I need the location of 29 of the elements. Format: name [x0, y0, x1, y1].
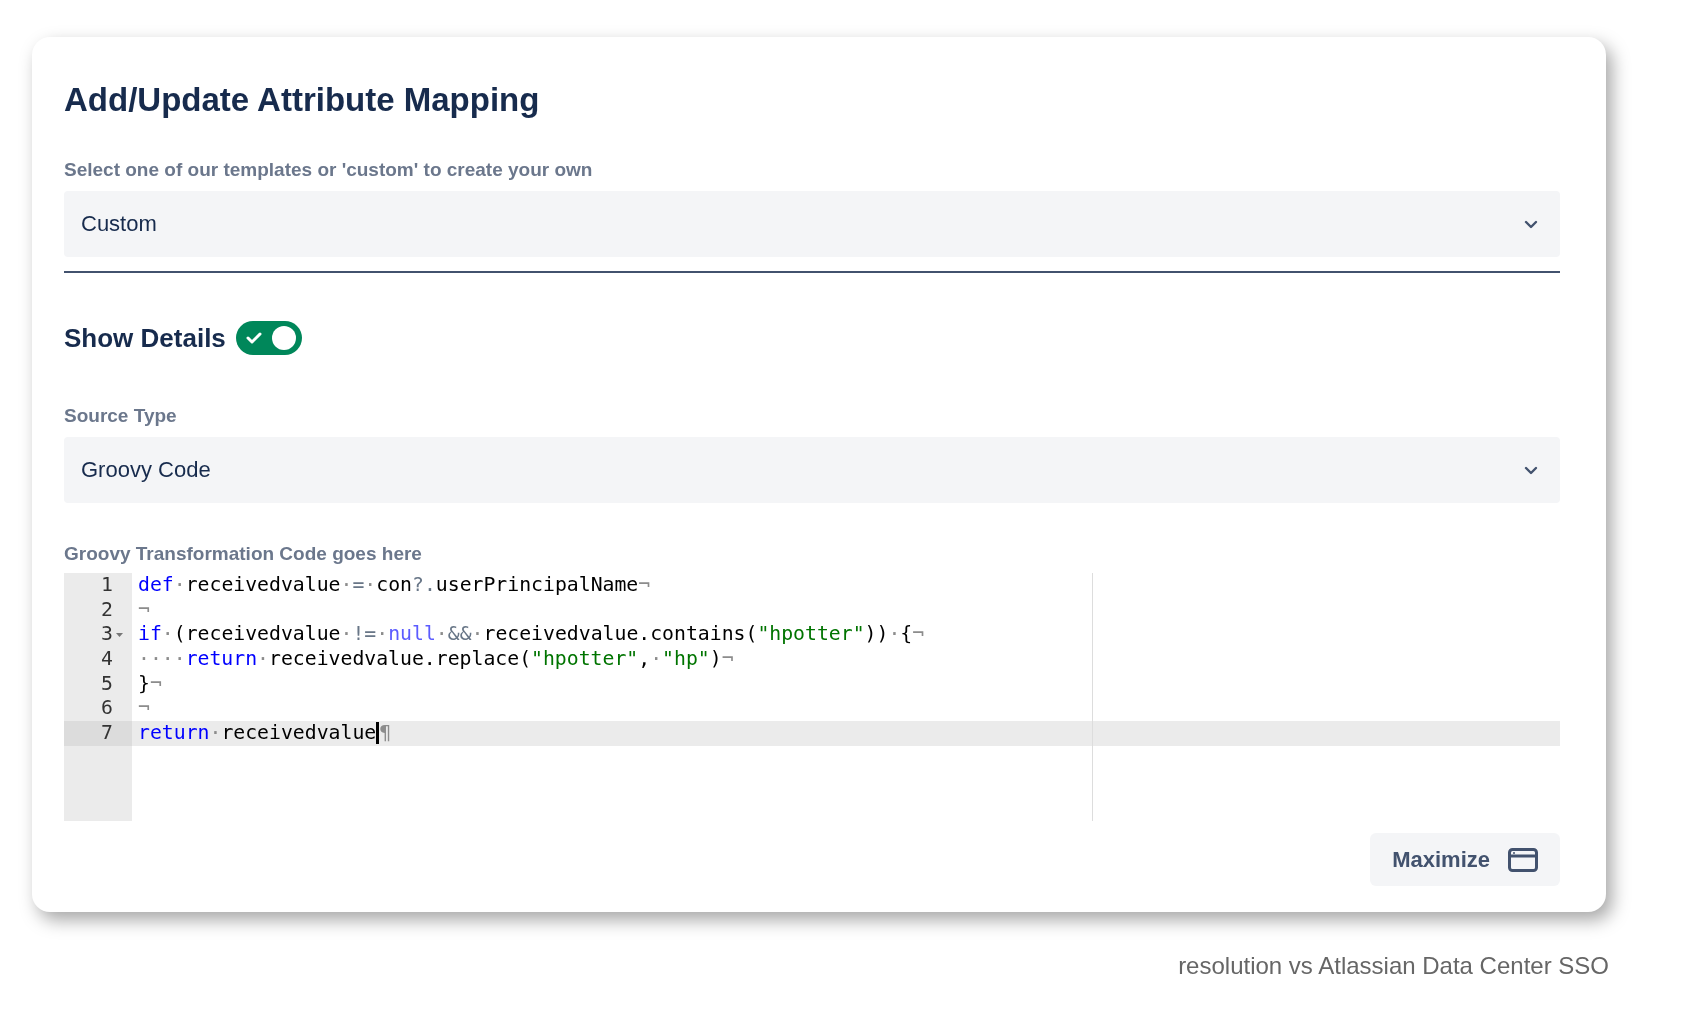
show-details-toggle[interactable]: [235, 321, 302, 355]
source-type-select[interactable]: Groovy Code: [64, 437, 1560, 503]
template-select[interactable]: Custom: [64, 191, 1560, 257]
code-line: ¬: [137, 696, 151, 722]
line-number: 6: [101, 696, 113, 722]
text-cursor: [376, 722, 380, 745]
chevron-down-icon: [1524, 219, 1538, 229]
line-number: 1: [101, 573, 113, 598]
caption: resolution vs Atlassian Data Center SSO: [1178, 952, 1609, 980]
code-line: }¬: [137, 671, 163, 697]
window-icon: [1508, 847, 1538, 872]
dialog-title: Add/Update Attribute Mapping: [64, 81, 541, 119]
line-number: 7: [101, 721, 113, 746]
line-number: 2: [101, 597, 113, 623]
check-icon: [245, 332, 262, 344]
chevron-down-icon: [1524, 465, 1538, 475]
field-label: Source Type: [64, 405, 178, 427]
code-line: ¬: [137, 597, 151, 623]
line-number: 4: [101, 647, 113, 672]
line-number: 3: [101, 622, 113, 648]
line-number: 5: [101, 671, 113, 697]
code-line: if·(receivedvalue·!=·null·&&·receivedvalue.contains("hpotter"))·{¬: [137, 622, 926, 648]
field-label: Groovy Transformation Code goes here: [64, 543, 423, 565]
code-line: def·receivedvalue·=·con?.userPrincipalName¬: [137, 573, 652, 598]
fold-arrow-icon[interactable]: [113, 630, 126, 639]
field-label: Select one of our templates or 'custom' to create your own: [64, 159, 594, 181]
code-line: ····return·receivedvalue.replace("hpotter",·"hp")¬: [137, 647, 735, 672]
maximize-button[interactable]: Maximize: [1370, 833, 1560, 886]
toggle-label: Show Details: [64, 322, 226, 354]
